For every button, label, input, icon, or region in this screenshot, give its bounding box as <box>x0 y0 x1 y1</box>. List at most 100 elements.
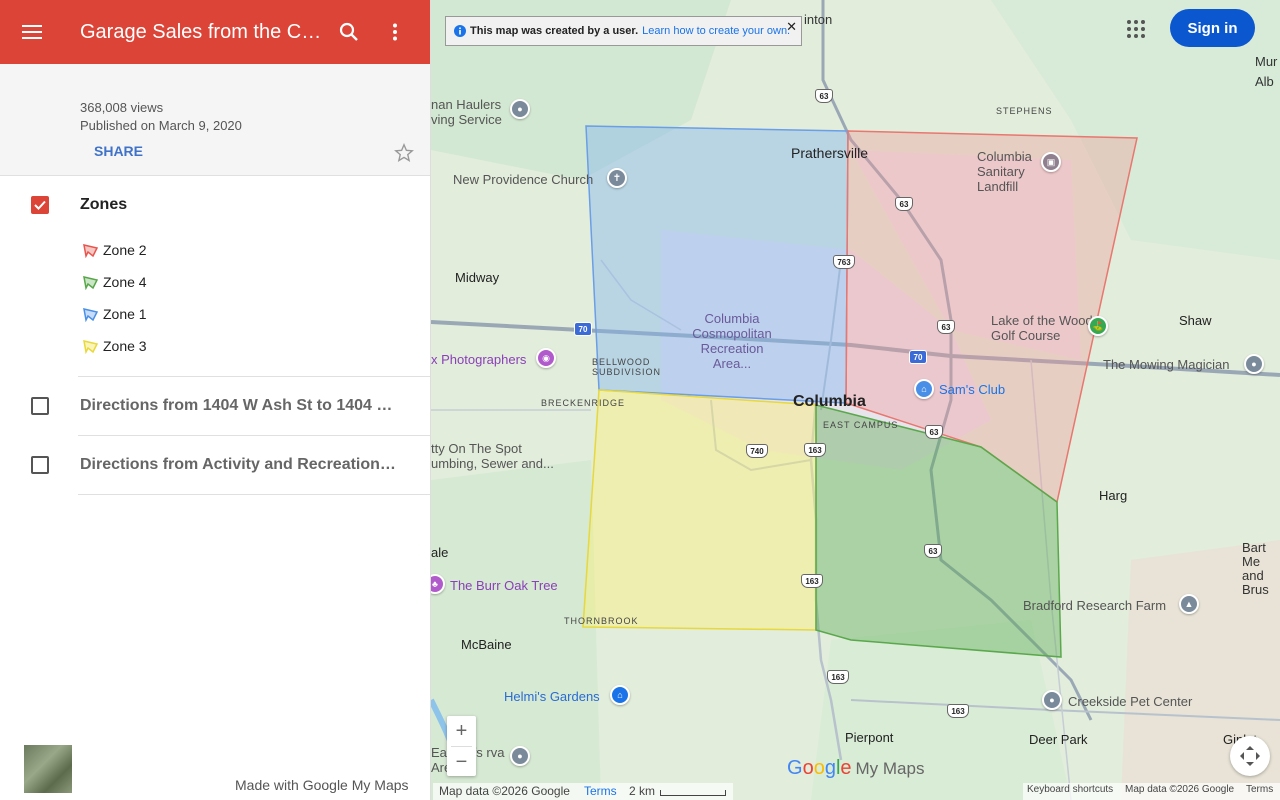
cross-icon: ✝ <box>612 172 622 184</box>
label-east-campus: EAST CAMPUS <box>823 420 899 430</box>
highway-shield: 63 <box>815 89 833 103</box>
label-columbia-cosmo: Columbia Cosmopolitan Recreation Area... <box>692 311 772 371</box>
highway-shield: 763 <box>833 255 855 269</box>
label-mcbaine: McBaine <box>461 637 512 652</box>
zone-item-3[interactable]: Zone 3 <box>0 330 430 362</box>
photographers-pin[interactable]: ◉ <box>536 348 556 368</box>
star-button[interactable] <box>393 142 415 169</box>
camera-icon: ◉ <box>542 352 550 363</box>
header-bar: Garage Sales from the Co... <box>0 0 430 64</box>
label-columbia: Columbia <box>793 393 866 410</box>
layer-directions-2: Directions from Activity and Recreation … <box>31 435 430 495</box>
more-options-button[interactable] <box>372 0 418 64</box>
layer-directions-1-checkbox[interactable] <box>31 397 49 415</box>
plus-icon: + <box>455 719 468 742</box>
highway-shield: 63 <box>895 197 913 211</box>
user-map-notice: This map was created by a user. Learn ho… <box>445 16 802 46</box>
label-prathersville: Prathersville <box>791 145 869 161</box>
highway-shield: 63 <box>925 425 943 439</box>
label-deer-park: Deer Park <box>1029 732 1088 747</box>
mowing-pin[interactable]: ● <box>1244 354 1264 374</box>
close-notice-button[interactable]: ✕ <box>786 19 797 35</box>
share-button[interactable]: SHARE <box>94 143 143 159</box>
label-on-the-spot: tty On The Spot umbing, Sewer and... <box>431 441 554 471</box>
bradford-pin[interactable]: ▲ <box>1179 594 1199 614</box>
satellite-thumbnail[interactable] <box>24 745 72 793</box>
layer-directions-1: Directions from 1404 W Ash St to 1404 W … <box>31 376 430 435</box>
interstate-shield: 70 <box>574 322 592 336</box>
label-midway: Midway <box>455 270 500 285</box>
apps-button[interactable] <box>1126 19 1150 43</box>
zone-item-4[interactable]: Zone 4 <box>0 266 430 298</box>
label-burr-oak: The Burr Oak Tree <box>450 578 558 593</box>
arrows-move-icon <box>1240 746 1260 766</box>
zone-label: Zone 3 <box>103 338 147 354</box>
label-harg: Harg <box>1099 488 1128 503</box>
eagle-bluffs-pin[interactable]: ● <box>510 746 530 766</box>
zone-3-polygon[interactable] <box>582 389 817 631</box>
label-columbia-landfill: Columbia Sanitary Landfill <box>977 149 1032 194</box>
highway-shield: 163 <box>827 670 849 684</box>
keyboard-shortcuts-link[interactable]: Keyboard shortcuts <box>1027 784 1113 795</box>
search-button[interactable] <box>326 0 372 64</box>
highway-shield: 163 <box>804 443 826 457</box>
zoom-out-button[interactable]: − <box>447 747 476 777</box>
info-icon <box>454 25 466 37</box>
school-icon: ▲ <box>1184 599 1194 609</box>
check-icon <box>34 200 46 210</box>
church-pin[interactable]: ✝ <box>607 168 627 188</box>
label-mur: Mur Alb <box>1255 54 1278 89</box>
label-photographers: x Photographers <box>431 352 527 367</box>
highway-shield: 63 <box>924 544 942 558</box>
label-bart: Bart Me and Brus <box>1242 540 1269 597</box>
layer-directions-1-name: Directions from 1404 W Ash St to 1404 W … <box>80 397 398 414</box>
label-pierpont: Pierpont <box>845 730 894 745</box>
label-mowing: The Mowing Magician <box>1103 357 1230 372</box>
app: Garage Sales from the Co... 368,008 view… <box>0 0 1280 800</box>
layer-zones-name: Zones <box>80 196 128 213</box>
label-hinton: inton <box>804 12 833 27</box>
layer-directions-2-name: Directions from Activity and Recreation … <box>80 456 398 473</box>
helmis-pin[interactable]: ⌂ <box>610 685 630 705</box>
sidebar: Garage Sales from the Co... 368,008 view… <box>0 0 431 800</box>
label-sams: Sam's Club <box>939 382 1006 397</box>
published-date: Published on March 9, 2020 <box>80 118 242 133</box>
place-icon: ● <box>1049 695 1055 705</box>
map-data-text-right: Map data ©2026 Google <box>1125 784 1235 795</box>
creekside-pin[interactable]: ● <box>1042 690 1062 710</box>
notice-text: This map was created by a user. <box>470 25 639 37</box>
highway-shield: 163 <box>801 574 823 588</box>
made-with-text: Made with Google My Maps <box>235 777 409 793</box>
zone-item-2[interactable]: Zone 2 <box>0 234 430 266</box>
landfill-pin[interactable]: ▣ <box>1041 152 1061 172</box>
sams-club-pin[interactable]: ⌂ <box>914 379 934 399</box>
google-my-maps-logo: Google My Maps <box>787 757 925 779</box>
polygon-icon <box>83 307 99 322</box>
sign-in-button[interactable]: Sign in <box>1170 9 1255 47</box>
golf-pin[interactable]: ⛳ <box>1088 316 1108 336</box>
map-canvas[interactable]: inton Prathersville STEPHENS Columbia Sa… <box>431 0 1280 800</box>
notice-link[interactable]: Learn how to create your own. <box>642 25 790 37</box>
map-camera-control[interactable] <box>1230 736 1270 776</box>
close-icon: ✕ <box>786 19 797 34</box>
menu-button[interactable] <box>0 0 64 64</box>
label-bradford: Bradford Research Farm <box>1023 598 1167 613</box>
highway-shield: 63 <box>937 320 955 334</box>
layer-zones: Zones Zone 2 Zone 4 Zone 1 Zone 3 <box>0 175 430 376</box>
building-icon: ▣ <box>1046 156 1056 167</box>
golf-icon: ⛳ <box>1092 320 1104 331</box>
label-thornbrook: THORNBROOK <box>564 616 639 626</box>
zone-label: Zone 1 <box>103 306 147 322</box>
tree-icon: ♣ <box>432 579 438 589</box>
zoom-in-button[interactable]: + <box>447 716 476 746</box>
label-bellwood: BELLWOOD SUBDIVISION <box>592 357 662 377</box>
terms-link-right[interactable]: Terms <box>1246 784 1273 795</box>
terms-link[interactable]: Terms <box>584 784 617 798</box>
layer-directions-2-checkbox[interactable] <box>31 456 49 474</box>
haulers-pin[interactable]: ● <box>510 99 530 119</box>
zone-item-1[interactable]: Zone 1 <box>0 298 430 330</box>
map-title: Garage Sales from the Co... <box>80 20 326 43</box>
layer-zones-checkbox[interactable] <box>31 196 49 214</box>
map-data-text: Map data ©2026 Google <box>439 784 570 798</box>
zone-label: Zone 4 <box>103 274 147 290</box>
